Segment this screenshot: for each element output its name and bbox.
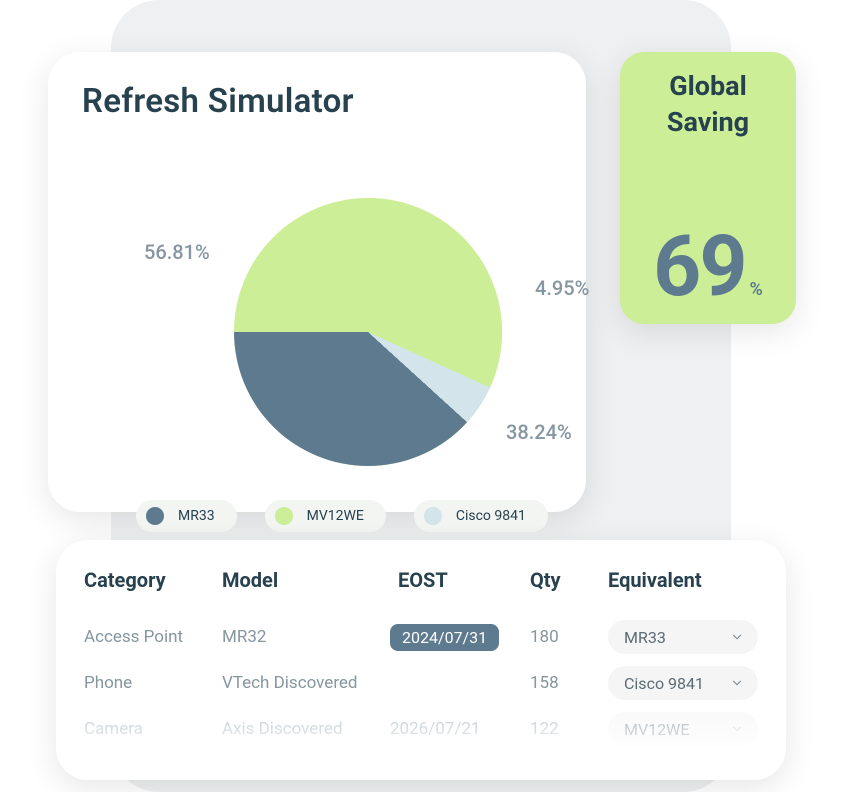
legend-item-mv12we[interactable]: MV12WE — [265, 500, 386, 532]
cell-eost: 2026/07/21 — [390, 719, 530, 739]
legend: MR33 MV12WE Cisco 9841 — [136, 500, 548, 532]
global-saving-title-1: Global — [667, 68, 749, 104]
legend-dot-icon — [424, 507, 442, 525]
chevron-down-icon — [730, 630, 744, 644]
cell-qty: 158 — [530, 673, 608, 693]
pie-label-cisco9841: 4.95% — [535, 276, 589, 300]
refresh-simulator-title: Refresh Simulator — [82, 82, 554, 121]
cell-model: Axis Discovered — [222, 719, 390, 739]
legend-label: MR33 — [178, 508, 215, 524]
global-saving-value: 69% — [620, 217, 796, 316]
pie-label-mv12we: 56.81% — [144, 240, 210, 264]
table-row: Access Point MR32 2024/07/31 180 MR33 — [84, 614, 758, 660]
legend-item-cisco9841[interactable]: Cisco 9841 — [414, 500, 548, 532]
equivalence-table-card: Category Model EOST Qty Equivalent Acces… — [56, 540, 786, 780]
cell-model: VTech Discovered — [222, 673, 390, 693]
select-value: MV12WE — [624, 720, 689, 739]
legend-dot-icon — [146, 507, 164, 525]
chevron-down-icon — [730, 676, 744, 690]
table-header: Category Model EOST Qty Equivalent — [84, 568, 758, 592]
refresh-simulator-card: Refresh Simulator 56.81% 4.95% 38.24% MR… — [48, 52, 586, 512]
cell-category: Camera — [84, 719, 222, 739]
table-row: Camera Axis Discovered 2026/07/21 122 MV… — [84, 706, 758, 752]
percent-icon: % — [750, 279, 763, 300]
cell-qty: 180 — [530, 627, 608, 647]
col-qty: Qty — [530, 568, 608, 592]
col-eost: EOST — [390, 568, 530, 592]
equivalent-select[interactable]: MR33 — [608, 620, 758, 654]
legend-dot-icon — [275, 507, 293, 525]
eost-badge: 2024/07/31 — [390, 624, 499, 651]
legend-label: Cisco 9841 — [456, 508, 526, 524]
global-saving-title: Global Saving — [667, 68, 749, 141]
cell-qty: 122 — [530, 719, 608, 739]
global-saving-number: 69 — [653, 217, 745, 316]
cell-eost: 2024/07/31 — [390, 624, 530, 651]
select-value: MR33 — [624, 628, 666, 647]
global-saving-title-2: Saving — [667, 104, 749, 140]
pie-label-mr33: 38.24% — [506, 420, 572, 444]
col-category: Category — [84, 568, 222, 592]
table-row: Phone VTech Discovered 158 Cisco 9841 — [84, 660, 758, 706]
legend-label: MV12WE — [307, 508, 364, 524]
cell-category: Access Point — [84, 627, 222, 647]
global-saving-card: Global Saving 69% — [620, 52, 796, 324]
col-model: Model — [222, 568, 390, 592]
legend-item-mr33[interactable]: MR33 — [136, 500, 237, 532]
equivalent-select[interactable]: MV12WE — [608, 712, 758, 746]
cell-model: MR32 — [222, 627, 390, 647]
chevron-down-icon — [730, 722, 744, 736]
pie-chart — [234, 198, 502, 466]
cell-category: Phone — [84, 673, 222, 693]
col-equivalent: Equivalent — [608, 568, 758, 592]
equivalent-select[interactable]: Cisco 9841 — [608, 666, 758, 700]
select-value: Cisco 9841 — [624, 674, 704, 693]
